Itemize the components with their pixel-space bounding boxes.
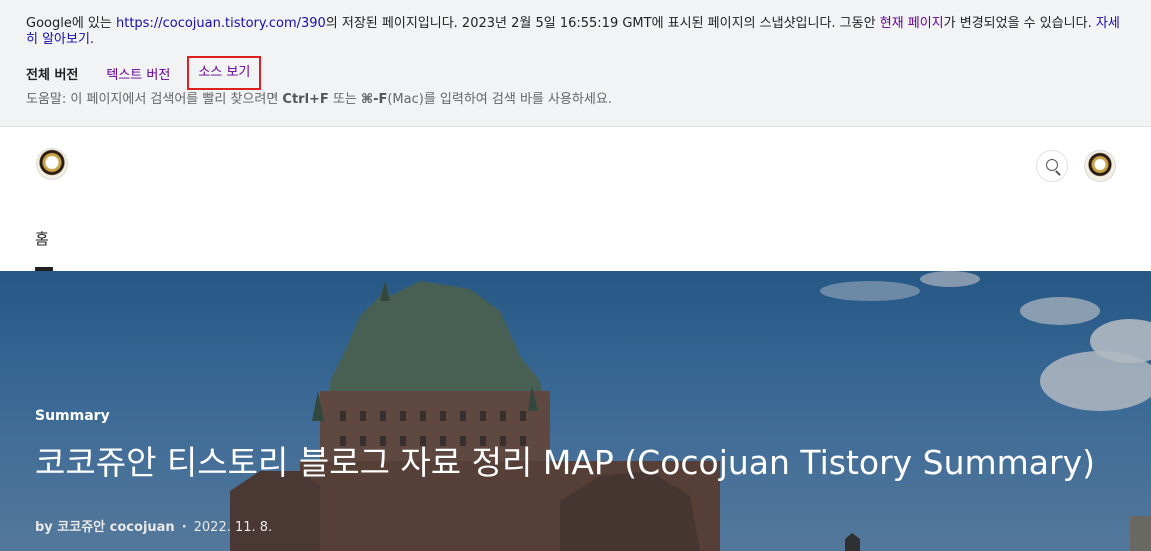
shortcut-cmd-f: ⌘-F xyxy=(361,92,388,107)
blog-header: 홈 xyxy=(0,128,1151,271)
help-text: 도움말: 이 페이지에서 검색어를 빨리 찾으려면 Ctrl+F 또는 ⌘-F(… xyxy=(26,88,1125,107)
cache-notice-prefix: Google에 있는 xyxy=(26,16,116,31)
hero-overlay xyxy=(0,271,1151,551)
search-icon-handle xyxy=(1055,170,1061,176)
post-author: by 코코쥬안 cocojuan xyxy=(35,520,175,535)
help-text-after: (Mac)를 입력하여 검색 바를 사용하세요. xyxy=(387,92,612,107)
search-button[interactable] xyxy=(1036,150,1068,182)
view-source-link[interactable]: 소스 보기 xyxy=(187,56,262,90)
post-date: 2022. 11. 8. xyxy=(193,520,273,535)
cache-notice-middle: 의 저장된 페이지입니다. 2023년 2월 5일 16:55:19 GMT에 … xyxy=(325,16,880,31)
post-meta: by 코코쥬안 cocojuan · 2022. 11. 8. xyxy=(35,516,272,535)
cached-url-link[interactable]: https://cocojuan.tistory.com/390 xyxy=(116,16,326,31)
meta-separator: · xyxy=(181,520,187,535)
post-category[interactable]: Summary xyxy=(35,408,110,424)
current-page-link[interactable]: 현재 페이지 xyxy=(880,16,944,31)
profile-avatar[interactable] xyxy=(1084,150,1116,182)
google-cache-banner: Google에 있는 https://cocojuan.tistory.com/… xyxy=(0,0,1151,127)
full-version-label: 전체 버전 xyxy=(26,67,79,83)
shortcut-ctrl-f: Ctrl+F xyxy=(282,92,329,107)
blog-logo-icon[interactable] xyxy=(36,148,68,180)
cache-notice-suffix: 가 변경되었을 수 있습니다. xyxy=(943,16,1096,31)
text-version-link[interactable]: 텍스트 버전 xyxy=(106,64,170,83)
cache-notice: Google에 있는 https://cocojuan.tistory.com/… xyxy=(26,16,1125,48)
version-selector: 전체 버전 텍스트 버전 소스 보기 xyxy=(26,56,1125,90)
nav-home-tab[interactable]: 홈 xyxy=(35,228,49,249)
help-text-or: 또는 xyxy=(328,92,362,107)
post-title: 코코쥬안 티스토리 블로그 자료 정리 MAP (Cocojuan Tistor… xyxy=(35,443,1096,482)
help-text-before: 도움말: 이 페이지에서 검색어를 빨리 찾으려면 xyxy=(26,92,283,107)
hero-banner: Summary 코코쥬안 티스토리 블로그 자료 정리 MAP (Cocojua… xyxy=(0,271,1151,551)
